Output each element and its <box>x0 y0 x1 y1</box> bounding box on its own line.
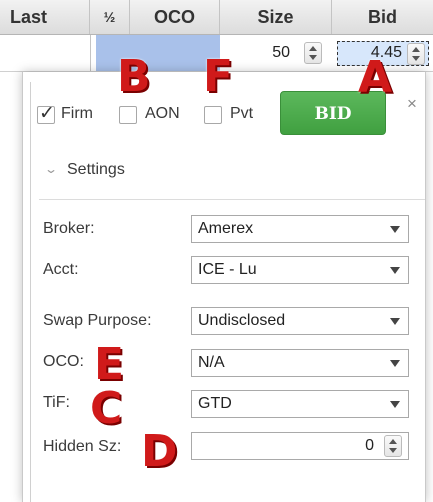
order-panel: ✓ Firm AON Pvt BID × ⌄ Settings Broker: … <box>22 72 426 502</box>
size-input[interactable]: 50 <box>222 41 324 66</box>
size-value: 50 <box>272 44 290 61</box>
chevron-down-icon[interactable]: ⌄ <box>44 162 58 176</box>
oco-select[interactable]: N/A <box>191 349 409 377</box>
broker-label: Broker: <box>43 220 95 237</box>
size-spinner[interactable] <box>304 42 322 64</box>
annotation-d: D <box>141 426 178 477</box>
hidden-size-spinner[interactable] <box>384 435 402 457</box>
check-icon: ✓ <box>39 103 55 124</box>
broker-select[interactable]: Amerex <box>191 215 409 243</box>
tif-value: GTD <box>198 395 232 412</box>
cell-divider <box>90 35 91 71</box>
swap-purpose-select[interactable]: Undisclosed <box>191 307 409 335</box>
oco-label: OCO: <box>43 353 84 370</box>
dropdown-arrow-icon <box>390 226 400 233</box>
tif-select[interactable]: GTD <box>191 390 409 418</box>
annotation-c: C <box>90 383 123 434</box>
hidden-size-value: 0 <box>365 437 374 454</box>
dropdown-arrow-icon <box>390 401 400 408</box>
aon-checkbox[interactable] <box>119 106 137 124</box>
oco-value: N/A <box>198 354 225 371</box>
acct-value: ICE - Lu <box>198 261 257 278</box>
column-last[interactable]: Last <box>0 0 90 34</box>
aon-label: AON <box>145 105 180 122</box>
panel-divider <box>30 82 31 502</box>
acct-label: Acct: <box>43 261 79 278</box>
acct-select[interactable]: ICE - Lu <box>191 256 409 284</box>
swap-purpose-label: Swap Purpose: <box>43 312 152 329</box>
hidden-size-input[interactable]: 0 <box>191 432 409 460</box>
dropdown-arrow-icon <box>390 360 400 367</box>
settings-toggle[interactable]: Settings <box>67 161 125 179</box>
firm-label: Firm <box>61 105 93 122</box>
close-icon[interactable]: × <box>407 94 417 114</box>
column-oco[interactable]: OCO <box>130 0 220 34</box>
annotation-b: B <box>117 51 151 102</box>
annotation-a: A <box>358 52 393 103</box>
dropdown-arrow-icon <box>390 267 400 274</box>
firm-checkbox[interactable]: ✓ <box>37 103 55 124</box>
annotation-f: F <box>203 51 234 102</box>
pvt-checkbox[interactable] <box>204 106 222 124</box>
oco-cell[interactable] <box>96 35 220 71</box>
tif-label: TiF: <box>43 394 70 411</box>
dropdown-arrow-icon <box>390 318 400 325</box>
column-size[interactable]: Size <box>220 0 332 34</box>
broker-value: Amerex <box>198 220 254 237</box>
grid-header: Last ½ OCO Size Bid <box>0 0 433 35</box>
hidden-size-label: Hidden Sz: <box>43 438 122 455</box>
column-fraction[interactable]: ½ <box>90 0 130 34</box>
column-bid[interactable]: Bid <box>332 0 433 34</box>
settings-divider <box>39 199 425 200</box>
bid-price-spinner[interactable] <box>407 43 425 65</box>
annotation-e: E <box>94 339 125 390</box>
swap-purpose-value: Undisclosed <box>198 312 286 329</box>
pvt-label: Pvt <box>230 105 254 122</box>
